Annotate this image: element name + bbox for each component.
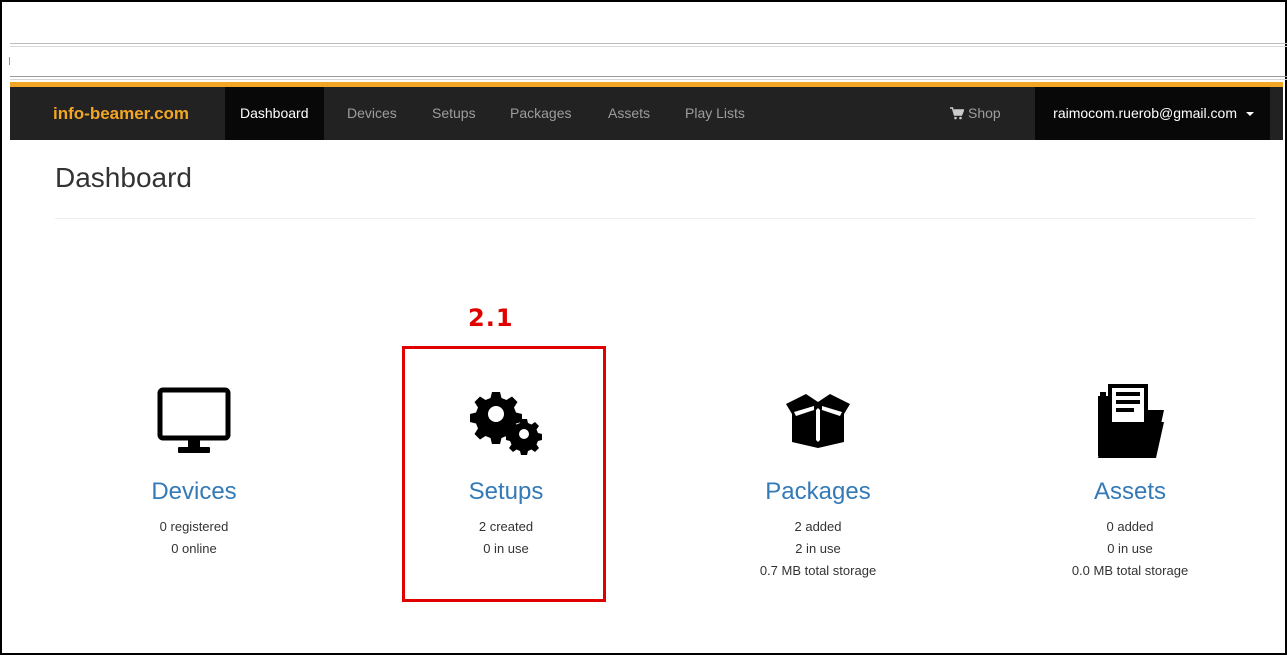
setups-in-use: 0 in use [483, 541, 529, 556]
browser-chrome-divider [10, 76, 1287, 77]
packages-link[interactable]: Packages [698, 478, 938, 506]
packages-added: 2 added [794, 519, 842, 534]
caret-down-icon [1246, 112, 1254, 117]
setups-created: 2 created [478, 519, 534, 534]
brand-logo[interactable]: info-beamer.com [53, 87, 189, 140]
open-box-icon [698, 380, 938, 460]
cart-icon [950, 107, 964, 120]
packages-storage: 0.7 MB total storage [759, 563, 877, 578]
browser-cursor-mark [9, 57, 10, 65]
nav-shop[interactable]: Shop [935, 87, 1016, 140]
user-menu-dropdown[interactable]: raimocom.ruerob@gmail.com [1035, 87, 1270, 140]
nav-play-lists[interactable]: Play Lists [670, 87, 760, 140]
packages-in-use: 2 in use [795, 541, 841, 556]
nav-assets[interactable]: Assets [593, 87, 665, 140]
nav-setups[interactable]: Setups [417, 87, 491, 140]
monitor-icon [74, 380, 314, 460]
nav-devices[interactable]: Devices [332, 87, 412, 140]
packages-tile: Packages 2 added 2 in use 0.7 MB total s… [698, 380, 938, 582]
assets-tile: Assets 0 added 0 in use 0.0 MB total sto… [1010, 380, 1250, 582]
folder-documents-icon [1010, 380, 1250, 460]
annotation-label: 2.1 [468, 304, 514, 332]
browser-chrome-divider [10, 43, 1287, 44]
gears-icon [386, 380, 626, 460]
assets-added: 0 added [1106, 519, 1154, 534]
setups-link[interactable]: Setups [386, 478, 626, 506]
user-email: raimocom.ruerob@gmail.com [1053, 105, 1237, 121]
browser-chrome-divider [10, 46, 1287, 47]
browser-chrome-divider [10, 79, 1287, 80]
setups-tile: Setups 2 created 0 in use [386, 380, 626, 560]
devices-tile: Devices 0 registered 0 online [74, 380, 314, 560]
page-title: Dashboard [55, 162, 192, 193]
assets-in-use: 0 in use [1107, 541, 1153, 556]
nav-dashboard[interactable]: Dashboard [225, 87, 324, 140]
top-navbar: info-beamer.com Dashboard Devices Setups… [10, 82, 1283, 140]
assets-link[interactable]: Assets [1010, 478, 1250, 506]
nav-packages[interactable]: Packages [495, 87, 586, 140]
devices-link[interactable]: Devices [74, 478, 314, 506]
shop-label: Shop [968, 105, 1001, 121]
assets-storage: 0.0 MB total storage [1071, 563, 1189, 578]
devices-online: 0 online [171, 541, 217, 556]
devices-registered: 0 registered [159, 519, 229, 534]
title-divider [55, 218, 1255, 219]
